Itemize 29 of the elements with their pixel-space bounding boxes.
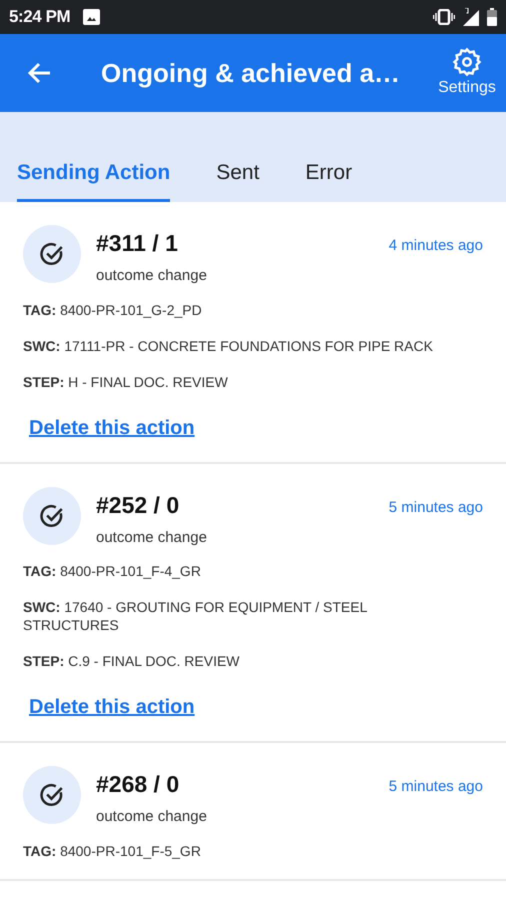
back-arrow-icon (26, 61, 52, 85)
action-title: #311 / 1 (96, 229, 179, 257)
signal-icon (461, 8, 481, 26)
detail-line: TAG: 8400-PR-101_F-4_GR (23, 562, 202, 580)
status-time: 5:24 PM (9, 6, 70, 28)
detail-line: TAG: 8400-PR-101_G-2_PD (23, 300, 203, 318)
timestamp: 5 minutes ago (388, 777, 483, 797)
detail-line: STEP: C.9 - FINAL DOC. REVIEW (23, 652, 241, 670)
battery-icon (487, 8, 497, 26)
timestamp: 5 minutes ago (388, 498, 483, 518)
detail-line: STEP: H - FINAL DOC. REVIEW (23, 372, 229, 390)
vibrate-icon (433, 9, 455, 25)
tab[interactable]: Sent (216, 157, 260, 202)
settings-icon (452, 46, 482, 76)
detail-line: SWC: 17111-PR - CONCRETE FOUNDATIONS FOR PIPE RACK (23, 336, 434, 354)
settings-button[interactable]: Settings (436, 46, 498, 100)
tab[interactable]: Error (305, 157, 352, 202)
action-type: outcome change (96, 528, 208, 548)
delete-link[interactable]: Delete this action (29, 412, 195, 442)
action-type: outcome change (96, 266, 208, 286)
action-title: #252 / 0 (96, 490, 180, 518)
image-icon (83, 9, 100, 25)
screen-title: Ongoing & achieved a… (101, 56, 402, 90)
detail-line: SWC: 17640 - GROUTING FOR EQUIPMENT / STEEL STRUCTURES (23, 598, 368, 634)
action-type: outcome change (96, 807, 208, 827)
delete-link[interactable]: Delete this action (29, 692, 195, 722)
action-title: #268 / 0 (96, 770, 180, 798)
detail-line: TAG: 8400-PR-101_F-5_GR (23, 842, 202, 860)
timestamp: 4 minutes ago (388, 236, 483, 256)
